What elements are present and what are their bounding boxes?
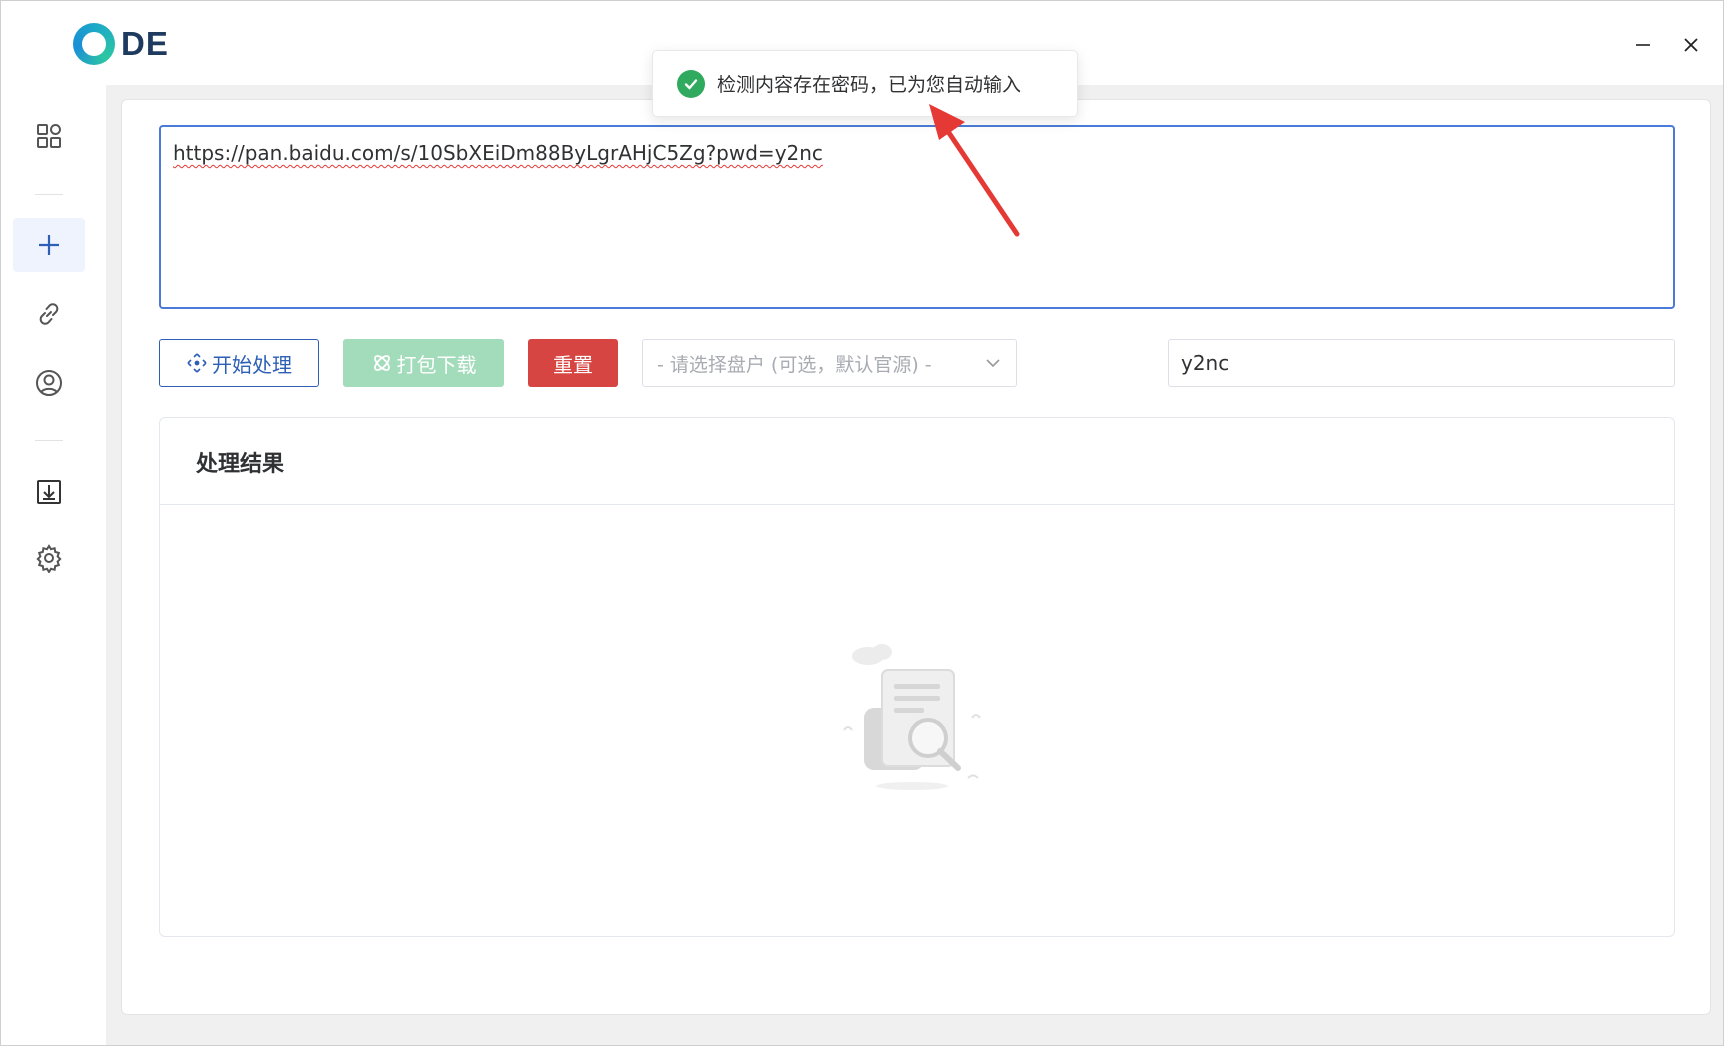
start-processing-button[interactable]: 开始处理 [159, 339, 319, 387]
minimize-icon [1636, 44, 1650, 46]
close-button[interactable] [1673, 27, 1709, 63]
reset-button[interactable]: 重置 [528, 339, 618, 387]
sidebar-item-account[interactable] [13, 356, 85, 410]
check-circle-icon [677, 69, 705, 98]
sidebar-divider [35, 194, 63, 195]
sidebar [1, 85, 106, 1046]
reset-label: 重置 [553, 352, 593, 377]
password-input-value: y2nc [1181, 351, 1230, 375]
app-logo: DE [73, 23, 169, 65]
download-box-icon [37, 480, 61, 504]
logo-ring-icon [73, 23, 115, 65]
url-input[interactable]: https://pan.baidu.com/s/10SbXEiDm88ByLgr… [159, 125, 1675, 309]
pack-icon [371, 352, 393, 374]
user-circle-icon [36, 370, 62, 396]
drive-select[interactable]: - 请选择盘户 (可选，默认官源) - [642, 339, 1017, 387]
sidebar-item-dashboard[interactable] [13, 109, 85, 163]
sidebar-divider [35, 440, 63, 441]
start-processing-label: 开始处理 [212, 352, 292, 377]
close-icon [1684, 38, 1698, 52]
pack-download-label: 打包下载 [396, 352, 477, 377]
drive-select-placeholder: - 请选择盘户 (可选，默认官源) - [657, 353, 932, 376]
url-input-value: https://pan.baidu.com/s/10SbXEiDm88ByLgr… [173, 141, 823, 165]
process-icon [186, 352, 208, 374]
grid-icon [37, 124, 61, 148]
sidebar-item-links[interactable] [13, 287, 85, 341]
empty-state-illustration [832, 638, 1002, 802]
result-divider [160, 504, 1674, 505]
app-window: DE https://pan.baidu.com/s/10SbXEiDm88By… [0, 0, 1724, 1046]
logo-text: DE [121, 25, 169, 62]
plus-icon [39, 235, 59, 255]
password-input[interactable]: y2nc [1168, 339, 1675, 387]
link-icon [39, 303, 59, 325]
sidebar-item-settings[interactable] [13, 531, 85, 585]
sidebar-item-new-task[interactable] [13, 218, 85, 272]
result-card: 处理结果 [159, 417, 1675, 937]
pack-download-button[interactable]: 打包下载 [343, 339, 504, 387]
gear-icon [36, 544, 62, 573]
minimize-button[interactable] [1625, 27, 1661, 63]
toast-message: 检测内容存在密码，已为您自动输入 [717, 74, 1022, 96]
result-title: 处理结果 [196, 452, 285, 477]
sidebar-item-downloads[interactable] [13, 465, 85, 519]
annotation-arrow-icon [921, 96, 1031, 250]
chevron-down-icon [984, 354, 1002, 377]
